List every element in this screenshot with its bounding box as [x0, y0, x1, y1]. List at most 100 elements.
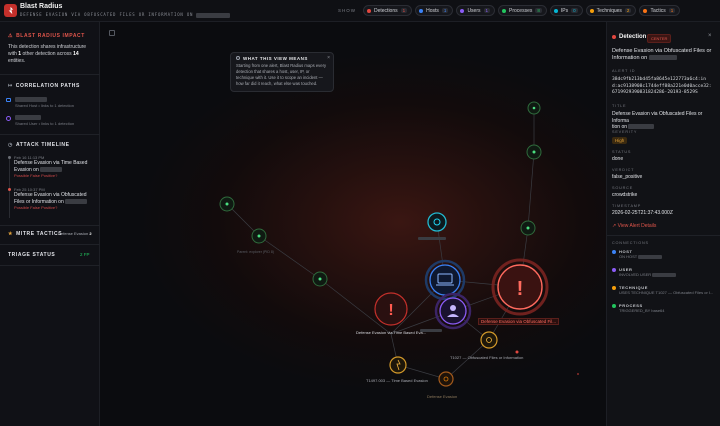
warning-icon: ⚠: [8, 33, 14, 39]
timeline-title-line: Evasion on: [14, 166, 39, 173]
tactic-node: [438, 371, 454, 387]
svg-text:!: !: [517, 278, 524, 300]
app-subtitle: DEFENSE EVASION VIA OBFUSCATED FILES OR …: [20, 12, 231, 18]
title-value: Defense Evasion via Obfuscated Files or …: [612, 111, 703, 130]
host-node: [429, 264, 461, 296]
impact-text: This detection shares infrastructure wit…: [8, 44, 87, 65]
divider: [0, 74, 100, 75]
filter-count: 1: [483, 8, 491, 13]
filter-hosts[interactable]: Hosts 1: [415, 5, 454, 16]
connection-host[interactable]: HOST ON HOST: [612, 249, 718, 259]
graph-svg: ! !: [219, 101, 579, 387]
verdict-value: false_positive: [612, 174, 643, 180]
timestamp-value: 2026-02-25T21:37:43.000Z: [612, 210, 673, 216]
detection-title: Defense Evasion via Obfuscated Files or …: [612, 48, 712, 61]
filter-label: Processes: [509, 7, 533, 14]
top-bar: Blast Radius DEFENSE EVASION VIA OBFUSCA…: [0, 0, 720, 22]
mitre-title: ★ MITRE TACTICS: [8, 231, 63, 237]
users-dot-icon: [460, 8, 465, 13]
shield-icon: ★: [8, 231, 14, 237]
t1497-label: T1497.003 — Time Based Evasion: [366, 378, 428, 383]
verdict-label: VERDICT: [612, 168, 635, 172]
filter-processes[interactable]: Processes 8: [498, 5, 547, 16]
user-dot-icon: [612, 267, 616, 272]
mitre-value: Defense Evasion 2: [58, 231, 92, 236]
show-label: SHOW: [338, 8, 356, 13]
processes-dot-icon: [502, 8, 507, 13]
divider: [0, 265, 100, 266]
graph-canvas[interactable]: WHAT THIS VIEW MEANS Starting from one a…: [100, 22, 606, 426]
filter-count: 1: [400, 8, 408, 13]
app-title: Blast Radius: [20, 3, 63, 10]
filter-chips: Detections 1 Hosts 1 Users 1 Processes 8 IPs…: [363, 5, 681, 16]
filter-label: Detections: [374, 7, 398, 14]
host-label: [418, 236, 446, 240]
host-dot-icon: [612, 249, 616, 254]
blast-radius-logo-icon: [4, 4, 17, 17]
filter-label: Users: [467, 7, 481, 14]
alert-id-value: 38dc9fb213bd45fa8645e122773a6c4:in d:ac91…: [612, 77, 712, 96]
timeline-title-line: Files or Information on: [14, 198, 64, 205]
triage-value: 2 FP: [80, 252, 90, 257]
tactic-label: Defense Evasion: [427, 394, 458, 399]
connection-user[interactable]: USER INVOLVED USER: [612, 267, 718, 277]
user-icon: [6, 116, 11, 121]
view-alert-link[interactable]: ↗ View Alert Details: [612, 223, 656, 229]
divider: [0, 244, 100, 245]
ip-node: [427, 212, 447, 232]
filter-count: 1: [441, 8, 449, 13]
clock-icon: ◷: [8, 142, 13, 148]
timeline-title: ◷ ATTACK TIMELINE: [8, 142, 70, 148]
filter-label: Tactics: [650, 7, 666, 14]
divider: [607, 235, 720, 236]
connection-technique[interactable]: TECHNIQUE USES TECHNIQUE T1027 — Obfusca…: [612, 285, 718, 295]
filter-count: 8: [535, 8, 542, 13]
title-label: TITLE: [612, 104, 627, 108]
filter-detections[interactable]: Detections 1: [363, 5, 413, 16]
filter-techniques[interactable]: Techniques 2: [585, 5, 637, 16]
host-icon: [6, 98, 11, 102]
correlation-sub: Shared User • links to 1 detection: [15, 121, 75, 126]
source-value: crowdstrike: [612, 192, 638, 198]
false-positive-link[interactable]: Possible False Positive?: [14, 205, 96, 210]
severity-label: SEVERITY: [612, 130, 638, 134]
impact-title: ⚠ BLAST RADIUS IMPACT: [8, 33, 85, 39]
tactics-dot-icon: [643, 8, 648, 13]
filter-label: Techniques: [596, 7, 622, 14]
status-value: done: [612, 156, 624, 162]
source-label: SOURCE: [612, 186, 634, 190]
connection-process[interactable]: PROCESS TRIGGERED_BY base64: [612, 303, 718, 313]
center-detection-label: Defense Evasion via Obfuscated Fil...: [478, 318, 560, 325]
timeline-item[interactable]: Feb 25 10:37 PM Defense Evasion via Obfu…: [8, 187, 96, 210]
panel-header: Detection: [619, 34, 647, 40]
filter-count: 1: [668, 8, 676, 13]
filter-tactics[interactable]: Tactics 1: [639, 5, 681, 16]
timeline-dot: [8, 156, 11, 159]
filter-ips[interactable]: IPs 0: [549, 5, 583, 16]
filter-label: IPs: [560, 7, 569, 14]
process-label: Parent: explorer (PID 8): [237, 250, 274, 254]
correlation-title: ↦ CORRELATION PATHS: [8, 83, 80, 89]
timeline-item[interactable]: Feb 16 11:13 PM Defense Evasion via Time…: [8, 155, 96, 178]
filter-count: 0: [571, 8, 578, 13]
external-link-icon: ↗: [612, 223, 617, 229]
close-panel-icon[interactable]: ×: [708, 33, 712, 39]
svg-text:!: !: [388, 302, 393, 319]
hosts-dot-icon: [419, 8, 424, 13]
divider: [0, 134, 100, 135]
alert-id-label: ALERT ID: [612, 69, 636, 73]
filter-users[interactable]: Users 1: [456, 5, 496, 16]
time-based-detection-label: Defense Evasion via Time Based Eva...: [356, 330, 427, 335]
center-badge: CENTER: [647, 34, 672, 43]
triage-title: TRIAGE STATUS: [8, 252, 56, 258]
correlation-sub: Shared Host • links to 1 detection: [15, 103, 74, 108]
process-dot-icon: [612, 303, 616, 308]
false-positive-link[interactable]: Possible False Positive?: [14, 173, 96, 178]
t1027-label: T1027 — Obfuscated Files or Information: [450, 355, 524, 360]
filter-count: 2: [624, 8, 632, 13]
timeline-dot: [8, 188, 11, 191]
timestamp-label: TIMESTAMP: [612, 204, 642, 208]
techniques-dot-icon: [589, 8, 594, 13]
technique-node: [389, 356, 407, 374]
graph-nodes: ! !: [219, 101, 579, 387]
